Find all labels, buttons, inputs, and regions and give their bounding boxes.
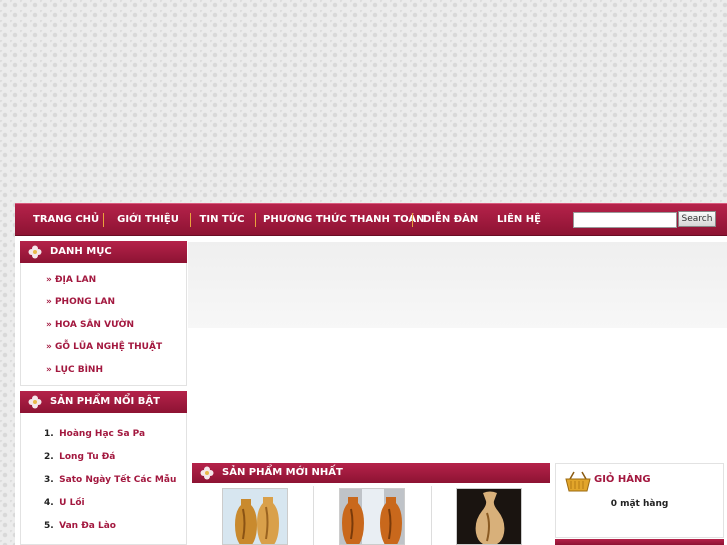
flower-icon	[28, 395, 42, 409]
category-item[interactable]: » HOA SÂN VƯỜN	[46, 320, 134, 330]
category-item[interactable]: » GỖ LŨA NGHỆ THUẬT	[46, 342, 162, 352]
product-image[interactable]	[456, 488, 522, 545]
nav-contact[interactable]: LIÊN HỆ	[497, 204, 541, 235]
featured-number: 1.	[44, 429, 54, 439]
featured-link[interactable]: Hoàng Hạc Sa Pa	[59, 429, 145, 439]
nav-payment[interactable]: PHƯƠNG THỨC THANH TOÁN	[263, 204, 425, 235]
banner-area	[188, 242, 727, 328]
newest-header: SẢN PHẨM MỚI NHẤT	[192, 463, 550, 483]
product-divider	[431, 486, 432, 545]
vase-image	[223, 489, 287, 544]
nav-separator	[412, 213, 413, 227]
featured-link[interactable]: Long Tu Đá	[59, 452, 115, 462]
featured-number: 4.	[44, 498, 54, 508]
nav-about[interactable]: GIỚI THIỆU	[117, 204, 179, 235]
next-panel-header	[555, 539, 724, 545]
basket-icon[interactable]	[565, 470, 591, 492]
featured-link[interactable]: Van Đa Lào	[59, 521, 116, 531]
flower-icon	[200, 466, 214, 480]
product-image[interactable]	[222, 488, 288, 545]
featured-number: 5.	[44, 521, 54, 531]
flower-icon	[28, 245, 42, 259]
nav-home[interactable]: TRANG CHỦ	[33, 204, 99, 235]
vase-image	[340, 489, 404, 544]
featured-header: SẢN PHẨM NỔI BẬT	[20, 391, 187, 413]
category-item[interactable]: » LỤC BÌNH	[46, 365, 103, 375]
featured-link[interactable]: U Lồi	[59, 498, 84, 508]
product-divider	[313, 486, 314, 545]
featured-item[interactable]: 1. Hoàng Hạc Sa Pa	[44, 429, 145, 439]
featured-title: SẢN PHẨM NỔI BẬT	[50, 396, 160, 407]
category-item[interactable]: » ĐỊA LAN	[46, 275, 96, 285]
featured-item[interactable]: 2. Long Tu Đá	[44, 452, 115, 462]
main-navbar: TRANG CHỦ GIỚI THIỆU TIN TỨC PHƯƠNG THỨC…	[15, 203, 727, 236]
featured-item[interactable]: 3. Sato Ngày Tết Các Mẫu	[44, 475, 176, 485]
product-image[interactable]	[339, 488, 405, 545]
content-area: DANH MỤC » ĐỊA LAN » PHONG LAN » HOA SÂN…	[15, 236, 727, 545]
vase-image	[457, 489, 521, 544]
category-title: DANH MỤC	[50, 246, 112, 257]
category-item[interactable]: » PHONG LAN	[46, 297, 115, 307]
featured-item[interactable]: 4. U Lồi	[44, 498, 85, 508]
cart-title[interactable]: GIỎ HÀNG	[594, 474, 651, 485]
featured-item[interactable]: 5. Van Đa Lào	[44, 521, 116, 531]
featured-link[interactable]: Sato Ngày Tết Các Mẫu	[59, 475, 176, 485]
search-input[interactable]	[573, 212, 677, 228]
cart-count: 0 mặt hàng	[610, 499, 669, 509]
cart-panel: GIỎ HÀNG 0 mặt hàng	[555, 463, 724, 538]
nav-forum[interactable]: DIỄN ĐÀN	[423, 204, 478, 235]
nav-news[interactable]: TIN TỨC	[199, 204, 245, 235]
nav-separator	[190, 213, 191, 227]
category-header: DANH MỤC	[20, 241, 187, 263]
featured-number: 2.	[44, 452, 54, 462]
search-button[interactable]: Search	[678, 211, 716, 227]
newest-title: SẢN PHẨM MỚI NHẤT	[222, 467, 343, 478]
nav-separator	[255, 213, 256, 227]
featured-number: 3.	[44, 475, 54, 485]
site-header-background	[0, 0, 727, 203]
nav-separator	[103, 213, 104, 227]
